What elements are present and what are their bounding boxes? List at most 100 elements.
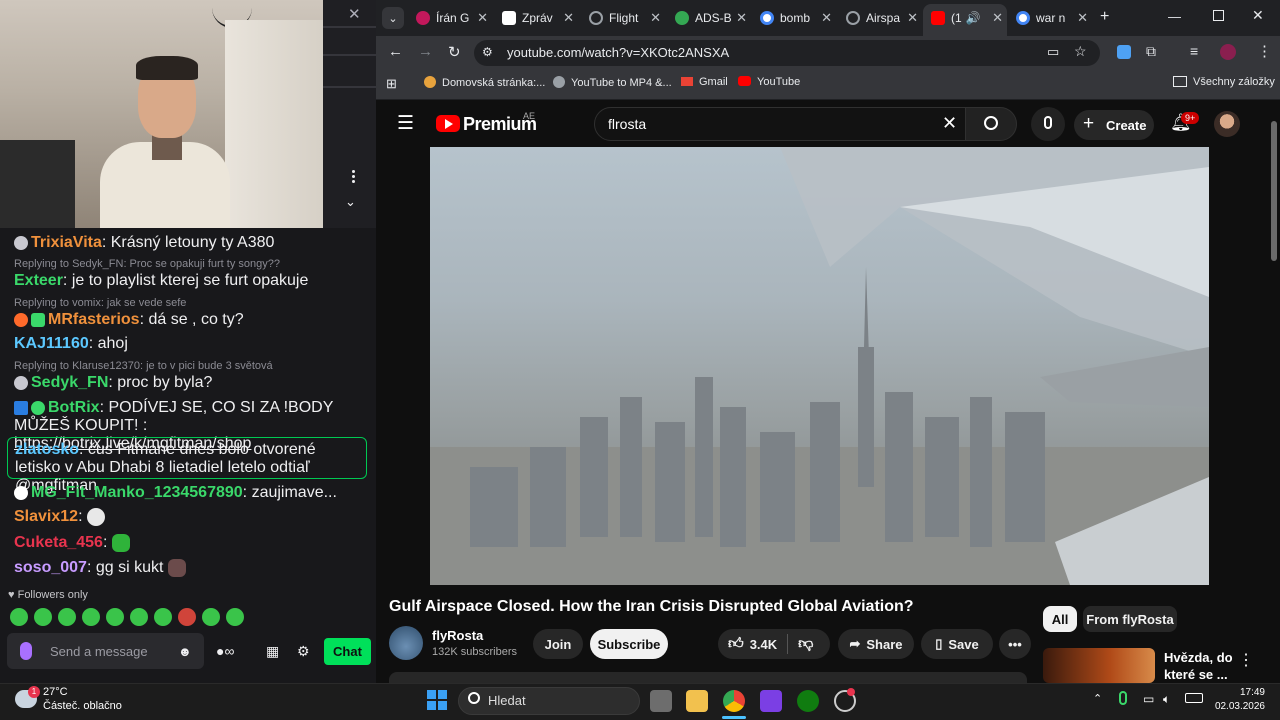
bookmark-item[interactable]: YouTube to MP4 &... [553, 76, 672, 89]
tab-search-icon[interactable]: ⌄ [382, 7, 404, 29]
emote[interactable] [34, 608, 52, 626]
dislike-button[interactable]: 👎︎ [798, 635, 813, 653]
youtube-logo-icon[interactable] [436, 115, 460, 132]
chrome-menu-icon[interactable]: ⋮ [1257, 42, 1272, 60]
chevron-up-icon[interactable]: ⌃ [1093, 692, 1102, 705]
create-button[interactable]: + Create [1074, 110, 1154, 140]
close-icon[interactable]: ✕ [1077, 10, 1088, 26]
tab[interactable]: Airspa ✕ [846, 6, 918, 30]
chip-all[interactable]: All [1043, 606, 1077, 632]
maximize-icon[interactable] [1213, 10, 1224, 21]
description-panel[interactable] [389, 672, 1027, 683]
windows-start-icon[interactable] [427, 690, 447, 710]
chip-from-channel[interactable]: From flyRosta [1083, 606, 1177, 632]
emote[interactable] [10, 608, 28, 626]
join-button[interactable]: Join [533, 629, 583, 659]
tab-active[interactable]: (1 🔊 ✕ [931, 6, 1003, 30]
tab[interactable]: ADS-B ✕ [675, 6, 747, 30]
save-button[interactable]: ▯ Save [921, 629, 993, 659]
bookmark-item[interactable]: Gmail [681, 76, 728, 88]
forward-icon[interactable]: → [418, 43, 433, 60]
emoji-icon[interactable]: ☻ [178, 644, 192, 659]
bookmark-star-icon[interactable]: ☆ [1074, 43, 1087, 60]
bookmark-item[interactable]: Domovská stránka:... [424, 76, 545, 89]
emote[interactable] [178, 608, 196, 626]
chevron-down-icon[interactable]: ⌄ [345, 194, 356, 210]
page-scrollbar[interactable] [1268, 101, 1280, 683]
more-options-icon[interactable]: ⋮ [1238, 650, 1254, 670]
chat-send-button[interactable]: Chat [324, 638, 371, 665]
xbox-icon[interactable] [797, 690, 819, 712]
search-input[interactable] [594, 107, 966, 141]
more-actions-button[interactable]: ••• [999, 629, 1031, 659]
share-button[interactable]: ➦ Share [838, 629, 914, 659]
apps-grid-icon[interactable]: ⊞ [386, 76, 397, 92]
video-player[interactable] [430, 147, 1209, 585]
voice-search-button[interactable] [1031, 107, 1065, 141]
close-icon[interactable]: ✕ [907, 10, 918, 26]
volume-icon[interactable]: 🔈︎ [1163, 692, 1170, 707]
close-icon[interactable]: ✕ [348, 5, 361, 23]
close-icon[interactable]: ✕ [650, 10, 661, 26]
emote[interactable] [226, 608, 244, 626]
clock[interactable]: 17:49 02.03.2026 [1210, 687, 1265, 712]
mic-icon[interactable] [20, 642, 32, 660]
emote[interactable] [130, 608, 148, 626]
emote[interactable] [202, 608, 220, 626]
channel-points-icon[interactable]: ●∞ [216, 643, 234, 659]
task-view-icon[interactable] [650, 690, 672, 712]
emote[interactable] [82, 608, 100, 626]
emote-bar[interactable] [10, 608, 244, 626]
search-icon [984, 116, 998, 130]
network-icon[interactable]: ▭ [1143, 692, 1154, 706]
emote[interactable] [154, 608, 172, 626]
tab-favicon-icon [931, 11, 945, 25]
search-button[interactable] [965, 107, 1017, 141]
site-info-icon[interactable]: ⚙ [482, 45, 493, 59]
chrome-icon[interactable] [723, 690, 745, 712]
recommended-thumbnail[interactable] [1043, 648, 1155, 683]
extensions-puzzle-icon[interactable]: ⧉ [1146, 43, 1156, 60]
minimize-icon[interactable]: — [1168, 9, 1181, 24]
clear-search-icon[interactable]: ✕ [942, 113, 957, 134]
tab[interactable]: Flight ✕ [589, 6, 661, 30]
recommended-title[interactable]: Hvězda, do které se ... [1164, 649, 1239, 683]
like-button[interactable]: 👍︎ 3.4K [728, 635, 777, 653]
close-icon[interactable]: ✕ [477, 10, 488, 26]
close-icon[interactable]: ✕ [821, 10, 832, 26]
tab[interactable]: Írán G ✕ [416, 6, 488, 30]
emote[interactable] [58, 608, 76, 626]
gear-icon[interactable]: ⚙ [297, 643, 310, 660]
subscribe-button[interactable]: Subscribe [590, 629, 668, 659]
close-window-icon[interactable]: ✕ [1252, 7, 1264, 24]
profile-avatar-icon[interactable] [1220, 44, 1236, 60]
new-tab-icon[interactable]: + [1100, 8, 1109, 26]
audio-icon[interactable]: 🔊 [966, 11, 981, 25]
more-options-icon[interactable] [345, 164, 361, 188]
screen-recorder-icon[interactable] [760, 690, 782, 712]
bookmark-item[interactable]: YouTube [738, 76, 800, 88]
back-icon[interactable]: ← [388, 43, 403, 60]
close-icon[interactable]: ✕ [992, 10, 1003, 26]
hamburger-menu-icon[interactable]: ☰ [397, 112, 414, 135]
tab[interactable]: Zpráv ✕ [502, 6, 574, 30]
store-icon[interactable]: ▦ [266, 643, 279, 660]
media-control-icon[interactable]: ≡ [1190, 43, 1198, 59]
battery-icon[interactable] [1185, 693, 1203, 703]
mic-in-use-icon[interactable] [1119, 691, 1127, 705]
close-icon[interactable]: ✕ [736, 10, 747, 26]
all-bookmarks[interactable]: Všechny záložky [1173, 76, 1275, 88]
emote[interactable] [106, 608, 124, 626]
taskbar-search[interactable] [458, 687, 640, 715]
account-avatar[interactable] [1214, 111, 1240, 137]
tab[interactable]: bomb ✕ [760, 6, 832, 30]
install-icon[interactable]: ▭ [1047, 44, 1059, 60]
reload-icon[interactable]: ↻ [448, 43, 461, 61]
tab[interactable]: war n ✕ [1016, 6, 1088, 30]
file-explorer-icon[interactable] [686, 690, 708, 712]
channel-avatar[interactable] [389, 626, 423, 660]
extension-icon[interactable] [1117, 45, 1131, 59]
close-icon[interactable]: ✕ [563, 10, 574, 26]
chat-message: KAJ11160: ahoj [14, 335, 128, 352]
channel-name[interactable]: flyRosta [432, 628, 483, 643]
